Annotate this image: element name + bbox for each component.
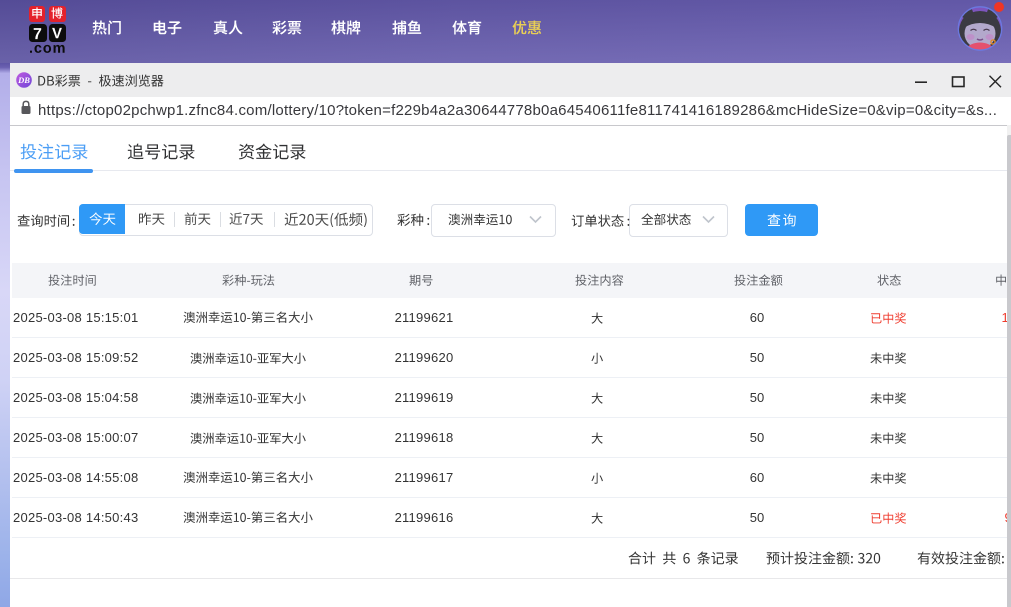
svg-text:DB: DB [17, 75, 30, 85]
